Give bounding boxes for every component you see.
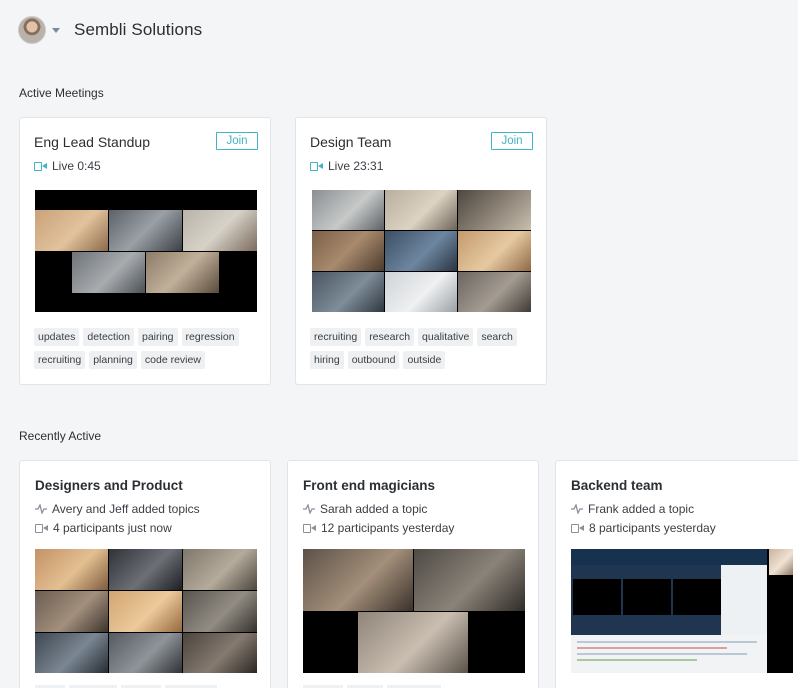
participant-tile <box>385 231 457 271</box>
active-meetings-heading: Active Meetings <box>19 86 104 100</box>
meeting-card-backend-team[interactable]: Backend team Frank added a topic 8 parti… <box>555 460 798 688</box>
participant-tile <box>458 231 531 271</box>
topic-tag[interactable]: research <box>365 328 415 346</box>
participant-tile <box>35 549 108 590</box>
video-preview[interactable] <box>303 549 525 673</box>
participant-tile <box>303 549 413 611</box>
meeting-card-design-team[interactable]: Design Team Join Live 23:31 recruiting r… <box>295 117 547 385</box>
participant-tile <box>769 549 793 575</box>
video-preview[interactable] <box>312 190 531 312</box>
participant-tile <box>358 612 468 673</box>
participant-tile <box>183 549 257 590</box>
participant-tile <box>385 272 457 312</box>
topic-tag[interactable]: hiring <box>310 351 344 369</box>
org-name: Sembli Solutions <box>74 20 203 39</box>
topic-tag[interactable]: search <box>477 328 517 346</box>
video-preview[interactable] <box>35 549 257 673</box>
topic-tag[interactable]: pairing <box>138 328 178 346</box>
topic-tag[interactable]: planning <box>89 351 137 369</box>
topic-tag[interactable]: outbound <box>347 351 400 369</box>
participant-tile <box>183 210 257 251</box>
topic-tag[interactable]: detection <box>83 328 134 346</box>
live-timer: Live 0:45 <box>52 159 101 173</box>
meeting-card-front-end-magicians[interactable]: Front end magicians Sarah added a topic … <box>287 460 539 688</box>
participant-tile <box>109 591 182 632</box>
topic-tag[interactable]: recruiting <box>310 328 362 346</box>
video-preview[interactable] <box>571 549 793 673</box>
activity-line: Avery and Jeff added topics <box>35 502 200 516</box>
topic-tag[interactable]: updates <box>34 328 80 346</box>
meeting-title: Front end magicians <box>303 478 436 493</box>
recently-active-heading: Recently Active <box>19 429 102 443</box>
activity-line: Frank added a topic <box>571 502 694 516</box>
org-header: Sembli Solutions <box>18 14 202 46</box>
topic-tag[interactable]: qualitative <box>418 328 474 346</box>
meeting-title: Design Team <box>310 134 392 150</box>
participants-text: 4 participants just now <box>53 521 172 535</box>
participant-tile <box>312 272 384 312</box>
activity-icon <box>571 504 583 514</box>
meeting-title: Eng Lead Standup <box>34 134 150 150</box>
participant-tile <box>414 549 525 611</box>
participant-tile <box>146 252 219 293</box>
meeting-title: Backend team <box>571 478 663 493</box>
video-camera-icon <box>35 523 48 533</box>
participants-text: 8 participants yesterday <box>589 521 716 535</box>
participant-tile <box>109 210 182 251</box>
join-button[interactable]: Join <box>491 132 533 150</box>
activity-line: Sarah added a topic <box>303 502 427 516</box>
join-button[interactable]: Join <box>216 132 258 150</box>
participant-tile <box>35 210 108 251</box>
activity-icon <box>35 504 47 514</box>
participants-text: 12 participants yesterday <box>321 521 455 535</box>
meeting-card-designers-and-product[interactable]: Designers and Product Avery and Jeff add… <box>19 460 271 688</box>
participant-tile <box>109 549 182 590</box>
participant-tile <box>35 633 108 673</box>
live-status: Live 23:31 <box>310 159 383 173</box>
activity-icon <box>303 504 315 514</box>
participants-line: 12 participants yesterday <box>303 521 454 535</box>
participant-tile <box>385 190 457 230</box>
participant-tile <box>183 633 257 673</box>
topic-tags: recruiting research qualitative search h… <box>310 328 536 369</box>
video-camera-icon <box>34 161 47 171</box>
participant-tile <box>312 231 384 271</box>
activity-text: Sarah added a topic <box>320 502 428 516</box>
topic-tag[interactable]: recruiting <box>34 351 86 369</box>
topic-tag[interactable]: regression <box>181 328 239 346</box>
participants-line: 4 participants just now <box>35 521 172 535</box>
topic-tags: updates detection pairing regression rec… <box>34 328 260 369</box>
avatar[interactable] <box>18 16 46 44</box>
participant-tile <box>312 190 384 230</box>
participant-tile <box>72 252 145 293</box>
chevron-down-icon[interactable] <box>52 27 60 33</box>
live-status: Live 0:45 <box>34 159 101 173</box>
participants-line: 8 participants yesterday <box>571 521 716 535</box>
activity-text: Avery and Jeff added topics <box>52 502 200 516</box>
meeting-title: Designers and Product <box>35 478 183 493</box>
activity-text: Frank added a topic <box>588 502 695 516</box>
live-timer: Live 23:31 <box>328 159 384 173</box>
video-camera-icon <box>310 161 323 171</box>
participant-tile <box>458 272 531 312</box>
meeting-card-eng-lead-standup[interactable]: Eng Lead Standup Join Live 0:45 updates … <box>19 117 271 385</box>
screen-share-tile <box>571 549 767 673</box>
video-camera-icon <box>303 523 316 533</box>
video-camera-icon <box>571 523 584 533</box>
video-preview[interactable] <box>35 190 257 312</box>
topic-tag[interactable]: outside <box>403 351 446 369</box>
participant-tile <box>458 190 531 230</box>
participant-tile <box>35 591 108 632</box>
participant-tile <box>183 591 257 632</box>
topic-tag[interactable]: code review <box>140 351 205 369</box>
participant-tile <box>109 633 182 673</box>
